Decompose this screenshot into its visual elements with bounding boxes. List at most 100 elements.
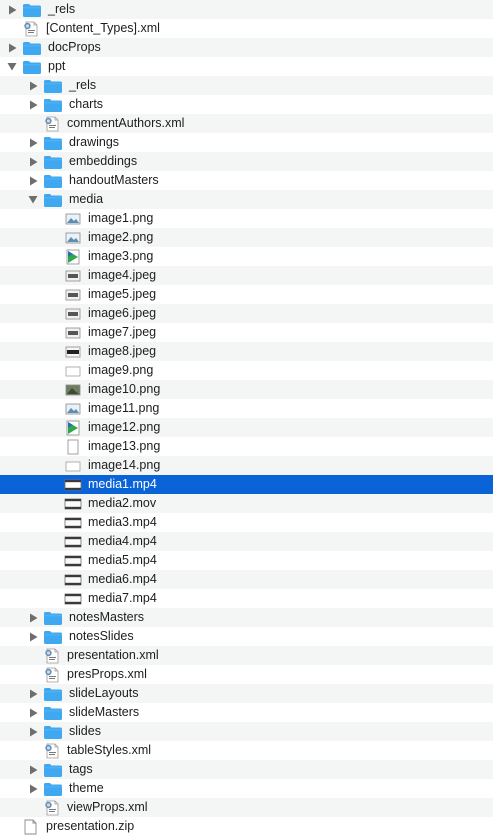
- folder-row-ppt[interactable]: ppt: [0, 57, 493, 76]
- disclosure-collapsed-icon[interactable]: [27, 703, 39, 722]
- disclosure-expanded-icon[interactable]: [6, 57, 18, 76]
- disclosure-collapsed-icon[interactable]: [6, 38, 18, 57]
- file-name-label: image13.png: [88, 439, 161, 453]
- file-name-label: image12.png: [88, 420, 161, 434]
- disclosure-collapsed-icon[interactable]: [6, 0, 18, 19]
- file-name-label: slides: [69, 724, 101, 738]
- folder-row-drawings[interactable]: drawings: [0, 133, 493, 152]
- disclosure-collapsed-icon[interactable]: [27, 608, 39, 627]
- video-file-icon: [64, 532, 82, 551]
- disclosure-collapsed-icon[interactable]: [27, 133, 39, 152]
- file-name-label: slideLayouts: [69, 686, 139, 700]
- xml-file-icon: [43, 114, 61, 133]
- file-row-media2-mov[interactable]: media2.mov: [0, 494, 493, 513]
- disclosure-collapsed-icon[interactable]: [27, 627, 39, 646]
- disclosure-collapsed-icon[interactable]: [27, 95, 39, 114]
- file-row-image13-png[interactable]: image13.png: [0, 437, 493, 456]
- file-name-label: _rels: [69, 78, 97, 92]
- file-row-image6-jpeg[interactable]: image6.jpeg: [0, 304, 493, 323]
- folder-row-slidelayouts[interactable]: slideLayouts: [0, 684, 493, 703]
- file-name-label: docProps: [48, 40, 101, 54]
- file-row-image4-jpeg[interactable]: image4.jpeg: [0, 266, 493, 285]
- folder-row-notesslides[interactable]: notesSlides: [0, 627, 493, 646]
- video-file-icon: [64, 570, 82, 589]
- file-name-label: notesSlides: [69, 629, 134, 643]
- disclosure-collapsed-icon[interactable]: [27, 171, 39, 190]
- folder-row-handoutmasters[interactable]: handoutMasters: [0, 171, 493, 190]
- file-name-label: handoutMasters: [69, 173, 159, 187]
- folder-icon: [43, 722, 63, 741]
- file-name-label: presentation.zip: [46, 819, 135, 833]
- file-row-image10-png[interactable]: image10.png: [0, 380, 493, 399]
- folder-row-rels[interactable]: _rels: [0, 0, 493, 19]
- file-row-presprops-xml[interactable]: presProps.xml: [0, 665, 493, 684]
- file-name-label: presProps.xml: [67, 667, 147, 681]
- file-row-media5-mp4[interactable]: media5.mp4: [0, 551, 493, 570]
- file-row-image9-png[interactable]: image9.png: [0, 361, 493, 380]
- file-row-image12-png[interactable]: image12.png: [0, 418, 493, 437]
- folder-icon: [43, 779, 63, 798]
- image-file-icon: [64, 342, 82, 361]
- folder-row-charts[interactable]: charts: [0, 95, 493, 114]
- folder-row-rels[interactable]: _rels: [0, 76, 493, 95]
- disclosure-collapsed-icon[interactable]: [27, 722, 39, 741]
- file-row-image7-jpeg[interactable]: image7.jpeg: [0, 323, 493, 342]
- disclosure-collapsed-icon[interactable]: [27, 760, 39, 779]
- file-row-image3-png[interactable]: image3.png: [0, 247, 493, 266]
- disclosure-collapsed-icon[interactable]: [27, 76, 39, 95]
- folder-row-notesmasters[interactable]: notesMasters: [0, 608, 493, 627]
- folder-row-theme[interactable]: theme: [0, 779, 493, 798]
- folder-row-tags[interactable]: tags: [0, 760, 493, 779]
- disclosure-collapsed-icon[interactable]: [27, 684, 39, 703]
- file-name-label: image14.png: [88, 458, 161, 472]
- file-row-tablestyles-xml[interactable]: tableStyles.xml: [0, 741, 493, 760]
- file-row-presentation-xml[interactable]: presentation.xml: [0, 646, 493, 665]
- folder-row-docprops[interactable]: docProps: [0, 38, 493, 57]
- file-row-viewprops-xml[interactable]: viewProps.xml: [0, 798, 493, 817]
- file-row-image2-png[interactable]: image2.png: [0, 228, 493, 247]
- file-row-commentauthors-xml[interactable]: commentAuthors.xml: [0, 114, 493, 133]
- folder-row-media[interactable]: media: [0, 190, 493, 209]
- file-row-media1-mp4[interactable]: media1.mp4: [0, 475, 493, 494]
- file-name-label: commentAuthors.xml: [67, 116, 185, 130]
- file-row-content-types-xml[interactable]: [Content_Types].xml: [0, 19, 493, 38]
- file-name-label: tags: [69, 762, 93, 776]
- folder-row-slides[interactable]: slides: [0, 722, 493, 741]
- file-row-image5-jpeg[interactable]: image5.jpeg: [0, 285, 493, 304]
- file-row-media6-mp4[interactable]: media6.mp4: [0, 570, 493, 589]
- file-row-image14-png[interactable]: image14.png: [0, 456, 493, 475]
- file-row-media7-mp4[interactable]: media7.mp4: [0, 589, 493, 608]
- file-name-label: _rels: [48, 2, 76, 16]
- image-file-icon: [64, 285, 82, 304]
- file-name-label: image2.png: [88, 230, 154, 244]
- file-name-label: image4.jpeg: [88, 268, 157, 282]
- folder-row-embeddings[interactable]: embeddings: [0, 152, 493, 171]
- file-name-label: media5.mp4: [88, 553, 157, 567]
- file-row-media4-mp4[interactable]: media4.mp4: [0, 532, 493, 551]
- image-file-icon: [64, 456, 82, 475]
- file-row-image1-png[interactable]: image1.png: [0, 209, 493, 228]
- disclosure-expanded-icon[interactable]: [27, 190, 39, 209]
- disclosure-collapsed-icon[interactable]: [27, 779, 39, 798]
- file-name-label: theme: [69, 781, 104, 795]
- folder-icon: [22, 38, 42, 57]
- image-file-icon: [64, 323, 82, 342]
- folder-row-slidemasters[interactable]: slideMasters: [0, 703, 493, 722]
- file-name-label: ppt: [48, 59, 66, 73]
- file-name-label: image9.png: [88, 363, 154, 377]
- file-row-presentation-zip[interactable]: presentation.zip: [0, 817, 493, 836]
- disclosure-collapsed-icon[interactable]: [27, 152, 39, 171]
- folder-icon: [43, 703, 63, 722]
- file-row-image11-png[interactable]: image11.png: [0, 399, 493, 418]
- folder-icon: [43, 627, 63, 646]
- file-row-media3-mp4[interactable]: media3.mp4: [0, 513, 493, 532]
- file-row-image8-jpeg[interactable]: image8.jpeg: [0, 342, 493, 361]
